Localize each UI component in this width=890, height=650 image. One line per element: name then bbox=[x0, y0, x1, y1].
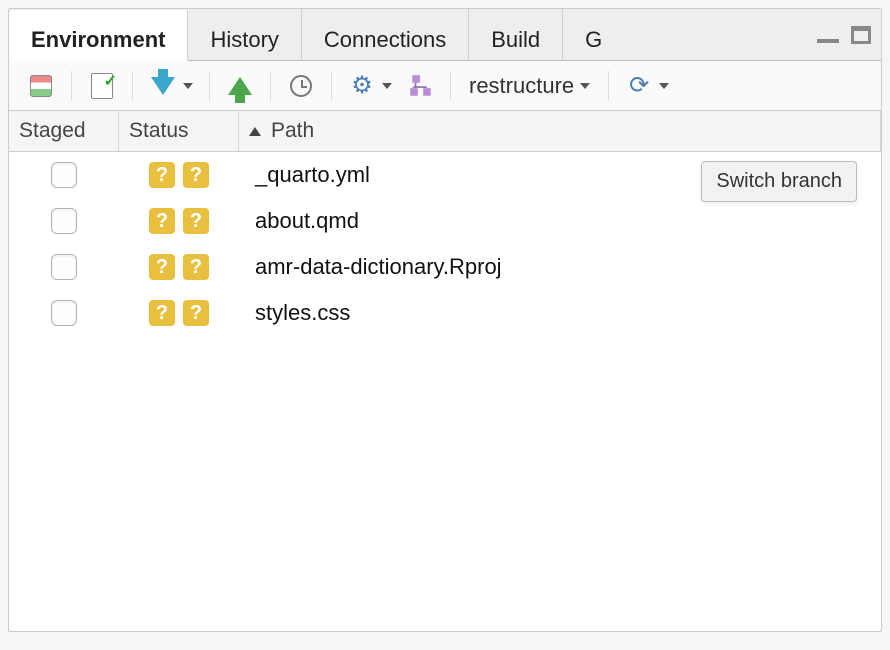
stage-checkbox[interactable] bbox=[51, 254, 77, 280]
table-row[interactable]: ? ? about.qmd bbox=[9, 198, 881, 244]
chevron-down-icon bbox=[382, 83, 392, 89]
more-button[interactable]: ⚙ bbox=[340, 67, 400, 105]
history-button[interactable] bbox=[279, 67, 323, 105]
file-table-header: Staged Status Path bbox=[9, 111, 881, 152]
stage-checkbox[interactable] bbox=[51, 300, 77, 326]
stage-checkbox[interactable] bbox=[51, 208, 77, 234]
pull-icon bbox=[151, 77, 175, 95]
file-path: styles.css bbox=[239, 300, 881, 326]
status-badge: ? bbox=[183, 300, 209, 326]
stage-checkbox[interactable] bbox=[51, 162, 77, 188]
refresh-button[interactable]: ⟳ bbox=[617, 67, 677, 105]
file-path: amr-data-dictionary.Rproj bbox=[239, 254, 881, 280]
file-path: about.qmd bbox=[239, 208, 881, 234]
column-status[interactable]: Status bbox=[119, 111, 239, 151]
tooltip-switch-branch: Switch branch bbox=[701, 161, 857, 202]
status-badge: ? bbox=[183, 254, 209, 280]
diff-button[interactable] bbox=[19, 67, 63, 105]
status-badge: ? bbox=[149, 208, 175, 234]
status-badge: ? bbox=[149, 162, 175, 188]
chevron-down-icon bbox=[659, 83, 669, 89]
column-path[interactable]: Path bbox=[239, 111, 881, 151]
refresh-icon: ⟳ bbox=[625, 72, 653, 100]
status-badge: ? bbox=[149, 300, 175, 326]
diff-icon bbox=[30, 75, 52, 97]
branch-name: restructure bbox=[469, 73, 574, 99]
git-pane: Environment History Connections Build G … bbox=[8, 8, 882, 632]
minimize-icon[interactable] bbox=[817, 27, 839, 43]
push-icon bbox=[228, 77, 252, 95]
maximize-icon[interactable] bbox=[851, 26, 871, 44]
branch-selector[interactable]: restructure bbox=[459, 69, 600, 103]
new-branch-button[interactable] bbox=[400, 67, 442, 105]
table-row[interactable]: ? ? styles.css bbox=[9, 290, 881, 336]
column-staged[interactable]: Staged bbox=[9, 111, 119, 151]
push-button[interactable] bbox=[218, 67, 262, 105]
commit-button[interactable] bbox=[80, 67, 124, 105]
chevron-down-icon bbox=[580, 83, 590, 89]
chevron-down-icon bbox=[183, 83, 193, 89]
file-list: ? ? _quarto.yml ? ? about.qmd ? ? amr-da… bbox=[9, 152, 881, 631]
sort-asc-icon bbox=[249, 127, 261, 136]
git-toolbar: ⚙ restructure ⟳ bbox=[9, 61, 881, 111]
tab-git[interactable]: G bbox=[563, 9, 607, 60]
clock-icon bbox=[290, 75, 312, 97]
status-badge: ? bbox=[183, 162, 209, 188]
tab-history[interactable]: History bbox=[188, 9, 301, 60]
table-row[interactable]: ? ? amr-data-dictionary.Rproj bbox=[9, 244, 881, 290]
gear-icon: ⚙ bbox=[348, 72, 376, 100]
status-badge: ? bbox=[183, 208, 209, 234]
tab-build[interactable]: Build bbox=[469, 9, 563, 60]
tab-connections[interactable]: Connections bbox=[302, 9, 469, 60]
tab-bar: Environment History Connections Build G bbox=[9, 9, 881, 61]
pull-button[interactable] bbox=[141, 67, 201, 105]
branch-icon bbox=[408, 73, 434, 99]
status-badge: ? bbox=[149, 254, 175, 280]
tab-environment[interactable]: Environment bbox=[9, 10, 188, 61]
commit-icon bbox=[91, 73, 113, 99]
